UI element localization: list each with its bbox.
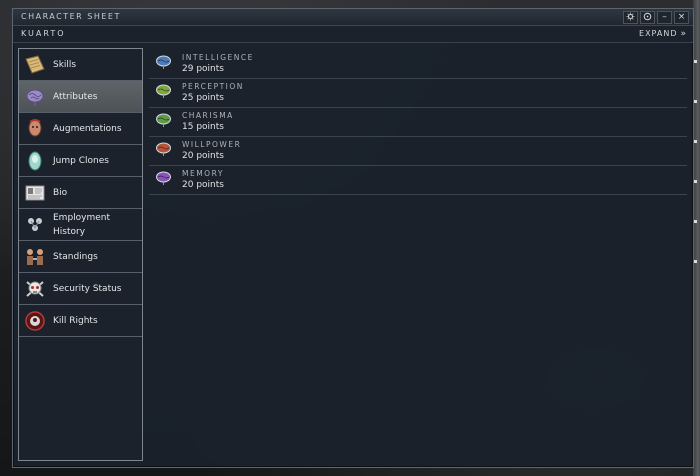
expand-label: EXPAND xyxy=(639,29,678,38)
attribute-name: WILLPOWER xyxy=(182,140,242,149)
window-titlebar[interactable]: CHARACTER SHEET – × xyxy=(13,9,693,26)
attribute-name: MEMORY xyxy=(182,169,224,178)
station-light xyxy=(694,180,697,183)
sidebar-item-label: Employment History xyxy=(53,211,110,239)
attribute-row-intelligence[interactable]: INTELLIGENCE 29 points xyxy=(149,50,687,79)
skills-book-icon xyxy=(25,55,45,74)
sidebar-item-label: Augmentations xyxy=(53,123,122,134)
character-name: KUARTO xyxy=(21,29,66,38)
gear-icon[interactable] xyxy=(623,11,638,24)
attribute-row-memory[interactable]: MEMORY 20 points xyxy=(149,166,687,195)
jump-clone-icon xyxy=(28,151,42,171)
window-controls: – × xyxy=(623,11,689,24)
attribute-name: PERCEPTION xyxy=(182,82,244,91)
sidebar-item-label: Standings xyxy=(53,251,98,262)
attribute-name: INTELLIGENCE xyxy=(182,53,254,62)
close-button[interactable]: × xyxy=(674,11,689,24)
sidebar-item-attributes[interactable]: Attributes xyxy=(19,81,142,113)
augmentations-head-icon xyxy=(28,119,42,137)
sidebar-item-employment-history[interactable]: Employment History xyxy=(19,209,142,241)
attribute-value: 20 points xyxy=(182,151,224,161)
attributes-brain-icon xyxy=(26,89,44,106)
station-light xyxy=(694,220,697,223)
memory-brain-icon xyxy=(156,171,171,185)
attribute-value: 25 points xyxy=(182,93,224,103)
sidebar-item-label: Bio xyxy=(53,187,68,198)
sidebar-item-label-line2: History xyxy=(53,226,86,237)
sidebar-item-augmentations[interactable]: Augmentations xyxy=(19,113,142,145)
character-bar: KUARTO EXPAND» xyxy=(13,26,693,43)
station-light xyxy=(694,140,697,143)
attribute-value: 20 points xyxy=(182,180,224,190)
minimize-button[interactable]: – xyxy=(657,11,672,24)
station-light xyxy=(694,260,697,263)
sidebar-item-label: Jump Clones xyxy=(53,155,109,166)
security-status-skull-icon xyxy=(26,281,44,297)
sidebar-item-label: Kill Rights xyxy=(53,315,98,326)
sidebar-item-label: Attributes xyxy=(53,91,98,102)
sidebar-item-skills[interactable]: Skills xyxy=(19,49,142,81)
attribute-name: CHARISMA xyxy=(182,111,234,120)
chevron-down-icon: » xyxy=(680,29,687,39)
attribute-value: 29 points xyxy=(182,64,224,74)
station-light xyxy=(694,60,697,63)
sidebar-item-security-status[interactable]: Security Status xyxy=(19,273,142,305)
intelligence-brain-icon xyxy=(156,55,171,69)
sidebar-item-bio[interactable]: Bio xyxy=(19,177,142,209)
sidebar-item-label: Skills xyxy=(53,59,77,70)
perception-brain-icon xyxy=(156,84,171,98)
info-icon[interactable] xyxy=(640,11,655,24)
willpower-brain-icon xyxy=(156,142,171,156)
attribute-row-perception[interactable]: PERCEPTION 25 points xyxy=(149,79,687,108)
attribute-row-willpower[interactable]: WILLPOWER 20 points xyxy=(149,137,687,166)
sidebar-item-label-line1: Employment xyxy=(53,212,111,223)
charisma-brain-icon xyxy=(156,113,171,127)
attribute-value: 15 points xyxy=(182,122,224,132)
window-title: CHARACTER SHEET xyxy=(21,12,121,21)
station-light xyxy=(694,100,697,103)
sidebar-item-kill-rights[interactable]: Kill Rights xyxy=(19,305,142,337)
sidebar-item-standings[interactable]: Standings xyxy=(19,241,142,273)
kill-rights-icon xyxy=(25,311,45,331)
standings-icon xyxy=(27,249,43,265)
sidebar-item-jump-clones[interactable]: Jump Clones xyxy=(19,145,142,177)
bio-document-icon xyxy=(25,185,45,201)
character-sheet-window: CHARACTER SHEET – × KUARTO EXPAND» Skill… xyxy=(12,8,694,468)
expand-button[interactable]: EXPAND» xyxy=(639,29,687,39)
attributes-panel: INTELLIGENCE 29 points PERCEPTION 25 poi… xyxy=(149,50,687,460)
attribute-row-charisma[interactable]: CHARISMA 15 points xyxy=(149,108,687,137)
sidebar-item-label: Security Status xyxy=(53,283,122,294)
station-pillar xyxy=(693,0,700,476)
employment-history-icon xyxy=(28,218,42,231)
sidebar: Skills Attributes Augmentations Jump Clo… xyxy=(18,48,143,461)
